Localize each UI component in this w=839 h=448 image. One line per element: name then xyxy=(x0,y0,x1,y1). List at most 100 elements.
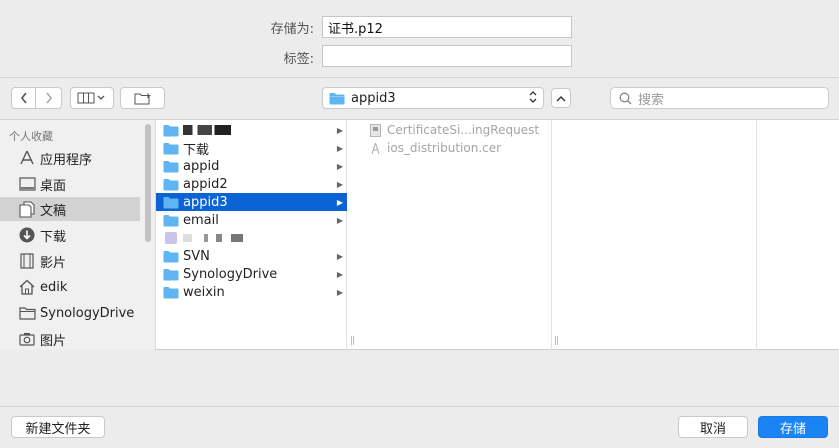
sidebar-item-label: 影片 xyxy=(40,255,67,271)
item-label: 下载 xyxy=(183,142,210,158)
item-label: appid3 xyxy=(183,194,228,210)
save-as-label: 存储为: xyxy=(270,22,314,37)
location-popup[interactable]: appid3 xyxy=(322,87,544,109)
bottom-divider xyxy=(0,406,839,407)
list-item-selected[interactable]: appid3 ▶ xyxy=(156,193,347,211)
sidebar-item-movies[interactable]: 影片 xyxy=(0,249,140,273)
view-options-button[interactable] xyxy=(70,87,114,109)
disclosure-arrow-icon: ▶ xyxy=(336,143,343,153)
item-label: CertificateSi...ingRequest xyxy=(387,123,540,137)
disclosure-arrow-icon: ▶ xyxy=(336,215,343,225)
movies-icon xyxy=(18,252,36,270)
list-item[interactable]: appid2 ▶ xyxy=(156,175,347,193)
chevron-up-icon xyxy=(556,95,566,101)
item-label: SVN xyxy=(183,248,210,264)
sidebar-item-home[interactable]: edik xyxy=(0,275,140,299)
top-divider xyxy=(0,77,839,78)
disclosure-arrow-icon: ▶ xyxy=(336,125,343,135)
certificate-request-icon xyxy=(369,123,381,137)
back-button[interactable] xyxy=(11,87,36,109)
sidebar-item-documents[interactable]: 文稿 xyxy=(0,197,140,221)
folder-icon xyxy=(18,304,36,322)
folder-icon xyxy=(163,196,179,209)
disclosure-arrow-icon: ▶ xyxy=(336,269,343,279)
new-folder-toolbar-button[interactable] xyxy=(120,87,165,109)
item-label: weixin xyxy=(183,284,225,300)
sidebar-item-desktop[interactable]: 桌面 xyxy=(0,172,140,196)
list-item[interactable] xyxy=(156,229,347,247)
new-folder-button[interactable]: 新建文件夹 xyxy=(11,416,105,438)
sidebar-item-label: 应用程序 xyxy=(40,152,93,168)
list-item[interactable]: weixin ▶ xyxy=(156,283,347,301)
sidebar: 个人收藏 应用程序 桌面 文稿 下载 影片 edik SynologyDrive… xyxy=(0,120,156,350)
sidebar-scrollbar[interactable] xyxy=(145,124,151,242)
new-folder-icon xyxy=(134,92,150,104)
browser-column-2: CertificateSi...ingRequest ios_distribut… xyxy=(361,120,559,350)
folder-icon xyxy=(329,92,345,104)
list-item[interactable]: email ▶ xyxy=(156,211,347,229)
item-label: ios_distribution.cer xyxy=(387,141,502,155)
sidebar-item-label: edik xyxy=(40,279,68,295)
location-label: appid3 xyxy=(351,90,396,106)
folder-icon xyxy=(163,268,179,281)
chevron-right-icon xyxy=(45,92,52,104)
folder-icon xyxy=(163,160,179,173)
sidebar-item-synologydrive[interactable]: SynologyDrive xyxy=(0,301,140,325)
documents-icon xyxy=(18,200,36,218)
certificate-icon xyxy=(369,141,381,155)
updown-icon xyxy=(529,90,537,106)
folder-icon xyxy=(163,286,179,299)
column-resize-handle[interactable]: || xyxy=(554,336,559,346)
sidebar-item-label: 下载 xyxy=(40,229,67,245)
folder-icon xyxy=(163,124,179,137)
downloads-icon xyxy=(18,226,36,244)
tags-field[interactable] xyxy=(322,45,572,67)
list-item[interactable]: SynologyDrive ▶ xyxy=(156,265,347,283)
cancel-button[interactable]: 取消 xyxy=(678,416,748,438)
column-view-icon xyxy=(77,92,105,104)
list-item[interactable]: SVN ▶ xyxy=(156,247,347,265)
disclosure-arrow-icon: ▶ xyxy=(336,287,343,297)
folder-icon xyxy=(163,142,179,155)
item-label: appid xyxy=(183,158,220,174)
browser-column-4 xyxy=(771,120,839,350)
save-button[interactable]: 存储 xyxy=(758,416,828,438)
redacted-name xyxy=(183,125,231,135)
disclosure-arrow-icon: ▶ xyxy=(336,251,343,261)
list-item[interactable]: CertificateSi...ingRequest xyxy=(369,121,539,139)
item-label: SynologyDrive xyxy=(183,266,278,282)
browser-column-1: ▶ 下载 ▶ appid ▶ appid2 ▶ appid3 ▶ email ▶ xyxy=(156,120,355,350)
item-label: appid2 xyxy=(183,176,228,192)
home-icon xyxy=(18,278,36,296)
save-as-field[interactable] xyxy=(322,16,572,38)
item-label: email xyxy=(183,212,219,228)
sidebar-item-downloads[interactable]: 下载 xyxy=(0,223,140,247)
sidebar-item-label: 桌面 xyxy=(40,178,67,194)
sidebar-section-title: 个人收藏 xyxy=(9,130,53,143)
browser-column-3 xyxy=(566,120,757,350)
camera-icon xyxy=(18,330,36,348)
forward-button[interactable] xyxy=(36,87,62,109)
column-resize-handle[interactable]: || xyxy=(350,336,355,346)
sidebar-item-label: SynologyDrive xyxy=(40,305,135,321)
applications-icon xyxy=(18,149,36,167)
folder-icon xyxy=(163,178,179,191)
list-item[interactable]: ios_distribution.cer xyxy=(369,139,501,157)
folder-icon xyxy=(163,214,179,227)
search-placeholder: 搜索 xyxy=(638,92,665,108)
search-field[interactable]: 搜索 xyxy=(610,87,829,109)
expand-button[interactable] xyxy=(551,88,571,108)
sidebar-item-label: 文稿 xyxy=(40,203,67,219)
list-item[interactable]: ▶ xyxy=(156,121,347,139)
chevron-left-icon xyxy=(20,92,27,104)
desktop-icon xyxy=(18,175,36,193)
list-item[interactable]: 下载 ▶ xyxy=(156,139,347,158)
folder-icon xyxy=(163,250,179,263)
sidebar-item-applications[interactable]: 应用程序 xyxy=(0,146,140,170)
list-item[interactable]: appid ▶ xyxy=(156,157,347,175)
disclosure-arrow-icon: ▶ xyxy=(336,197,343,207)
tags-label: 标签: xyxy=(283,52,314,67)
file-icon xyxy=(165,232,177,244)
search-icon xyxy=(619,92,632,105)
sidebar-item-pictures[interactable]: 图片 xyxy=(0,327,140,350)
